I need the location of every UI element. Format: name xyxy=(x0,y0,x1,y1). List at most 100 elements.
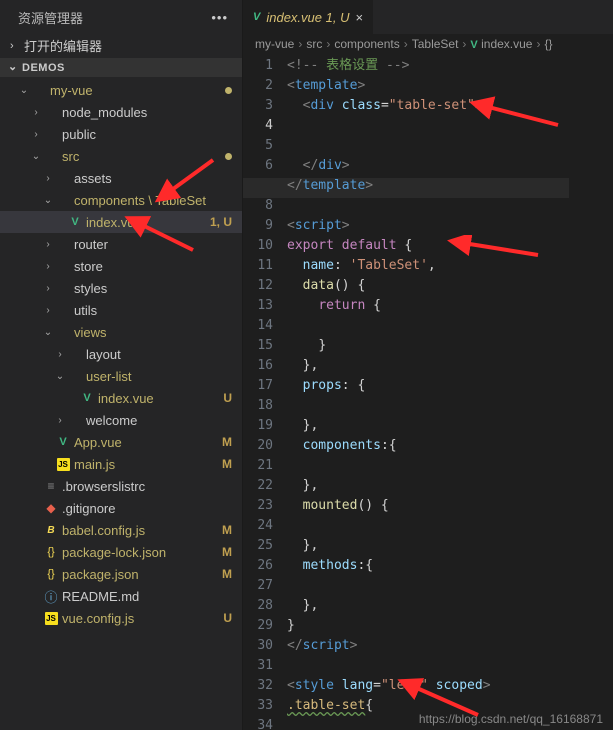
folder-assets[interactable]: ›assets xyxy=(0,167,242,189)
code-line[interactable]: return { xyxy=(287,296,613,316)
scm-badge: M xyxy=(218,523,232,537)
code-line[interactable]: <template> xyxy=(287,76,613,96)
file-babel-config[interactable]: Bbabel.config.jsM xyxy=(0,519,242,541)
line-number: 33 xyxy=(243,696,273,716)
line-number: 16 xyxy=(243,356,273,376)
info-icon: ⓘ xyxy=(42,587,60,606)
folder-my-vue[interactable]: ⌄my-vue xyxy=(0,79,242,101)
code-line[interactable]: <style lang="less" scoped> xyxy=(287,676,613,696)
code-line[interactable]: }, xyxy=(287,416,613,436)
breadcrumb-item[interactable]: src xyxy=(306,37,322,51)
folder-router[interactable]: ›router xyxy=(0,233,242,255)
file-package-json[interactable]: {}package.jsonM xyxy=(0,563,242,585)
folder-src[interactable]: ⌄src xyxy=(0,145,242,167)
file-components-index-vue[interactable]: Vindex.vue1, U xyxy=(0,211,242,233)
code-line[interactable] xyxy=(287,716,613,730)
code-line[interactable]: } xyxy=(287,336,613,356)
conf-icon: ≡ xyxy=(42,479,60,493)
folder-styles[interactable]: ›styles xyxy=(0,277,242,299)
code-line[interactable] xyxy=(287,456,613,476)
code-line[interactable] xyxy=(287,396,613,416)
code-line[interactable]: } xyxy=(287,616,613,636)
code-line[interactable]: export default { xyxy=(287,236,613,256)
babel-icon: B xyxy=(42,525,60,536)
folder-store[interactable]: ›store xyxy=(0,255,242,277)
chevron-icon: ⌄ xyxy=(42,327,54,338)
js-icon: JS xyxy=(54,458,72,471)
code-line[interactable] xyxy=(287,656,613,676)
code-editor[interactable]: 1234567891011121314151617181920212223242… xyxy=(243,54,613,730)
explorer-title: 资源管理器 xyxy=(18,8,83,27)
line-number: 14 xyxy=(243,316,273,336)
line-number: 29 xyxy=(243,616,273,636)
folder-components-tableset[interactable]: ⌄components \ TableSet xyxy=(0,189,242,211)
tree-item-label: utils xyxy=(74,303,232,318)
code-line[interactable]: .table-set{ xyxy=(287,696,613,716)
file-browserslistrc[interactable]: ≡.browserslistrc xyxy=(0,475,242,497)
file-views-index-vue[interactable]: Vindex.vueU xyxy=(0,387,242,409)
breadcrumb-item[interactable]: {} xyxy=(544,37,552,51)
line-gutter: 1234567891011121314151617181920212223242… xyxy=(243,54,287,730)
chevron-down-icon: ⌄ xyxy=(8,60,22,73)
folder-public[interactable]: ›public xyxy=(0,123,242,145)
code-line[interactable]: data() { xyxy=(287,276,613,296)
file-readme[interactable]: ⓘREADME.md xyxy=(0,585,242,607)
close-icon[interactable]: × xyxy=(355,10,363,25)
folder-views[interactable]: ⌄views xyxy=(0,321,242,343)
breadcrumb[interactable]: my-vue›src›components›TableSet›V index.v… xyxy=(243,34,613,54)
tree-item-label: styles xyxy=(74,281,232,296)
open-editors-section[interactable]: › 打开的编辑器 xyxy=(0,33,242,58)
code-line[interactable]: mounted() { xyxy=(287,496,613,516)
code-line[interactable] xyxy=(287,516,613,536)
code-line[interactable]: </template> xyxy=(287,176,613,196)
code-line[interactable]: methods:{ xyxy=(287,556,613,576)
code-line[interactable]: props: { xyxy=(287,376,613,396)
folder-user-list[interactable]: ⌄user-list xyxy=(0,365,242,387)
code-line[interactable] xyxy=(287,316,613,336)
file-vue-config[interactable]: JSvue.config.jsU xyxy=(0,607,242,629)
breadcrumb-item[interactable]: V index.vue xyxy=(470,37,532,51)
line-number: 19 xyxy=(243,416,273,436)
code-line[interactable]: </div> xyxy=(287,156,613,176)
file-package-lock[interactable]: {}package-lock.jsonM xyxy=(0,541,242,563)
code-line[interactable]: }, xyxy=(287,596,613,616)
code-line[interactable] xyxy=(287,196,613,216)
chevron-right-icon: › xyxy=(298,37,302,51)
folder-welcome[interactable]: ›welcome xyxy=(0,409,242,431)
code-line[interactable]: name: 'TableSet', xyxy=(287,256,613,276)
more-icon[interactable]: ••• xyxy=(211,10,228,25)
workspace-section[interactable]: ⌄ DEMOS xyxy=(0,58,242,77)
breadcrumb-item[interactable]: my-vue xyxy=(255,37,294,51)
code-line[interactable] xyxy=(287,576,613,596)
explorer-header: 资源管理器 ••• xyxy=(0,0,242,33)
code-line[interactable]: <script> xyxy=(287,216,613,236)
folder-utils[interactable]: ›utils xyxy=(0,299,242,321)
code-line[interactable]: components:{ xyxy=(287,436,613,456)
line-number: 26 xyxy=(243,556,273,576)
code-line[interactable]: }, xyxy=(287,356,613,376)
code-line[interactable]: <!-- 表格设置 --> xyxy=(287,56,613,76)
code-line[interactable]: <div class="table-set"> xyxy=(287,96,613,116)
chevron-right-icon: › xyxy=(536,37,540,51)
tree-item-label: assets xyxy=(74,171,232,186)
file-app-vue[interactable]: VApp.vueM xyxy=(0,431,242,453)
chevron-icon: › xyxy=(30,107,42,118)
breadcrumb-item[interactable]: TableSet xyxy=(412,37,459,51)
tab-label: index.vue xyxy=(266,10,322,25)
chevron-icon: › xyxy=(30,129,42,140)
scm-badge: 1, U xyxy=(206,215,232,229)
line-number: 5 xyxy=(243,136,273,156)
folder-node-modules[interactable]: ›node_modules xyxy=(0,101,242,123)
code-line[interactable]: </script> xyxy=(287,636,613,656)
tab-index-vue[interactable]: V index.vue 1, U × xyxy=(243,0,374,34)
code-content[interactable]: <!-- 表格设置 --><template> <div class="tabl… xyxy=(287,54,613,730)
file-gitignore[interactable]: ◆.gitignore xyxy=(0,497,242,519)
code-line[interactable]: }, xyxy=(287,476,613,496)
line-number: 1 xyxy=(243,56,273,76)
vue-icon: V xyxy=(66,216,84,228)
code-line[interactable]: }, xyxy=(287,536,613,556)
breadcrumb-item[interactable]: components xyxy=(334,37,399,51)
folder-layout[interactable]: ›layout xyxy=(0,343,242,365)
code-line[interactable] xyxy=(287,136,613,156)
file-main-js[interactable]: JSmain.jsM xyxy=(0,453,242,475)
